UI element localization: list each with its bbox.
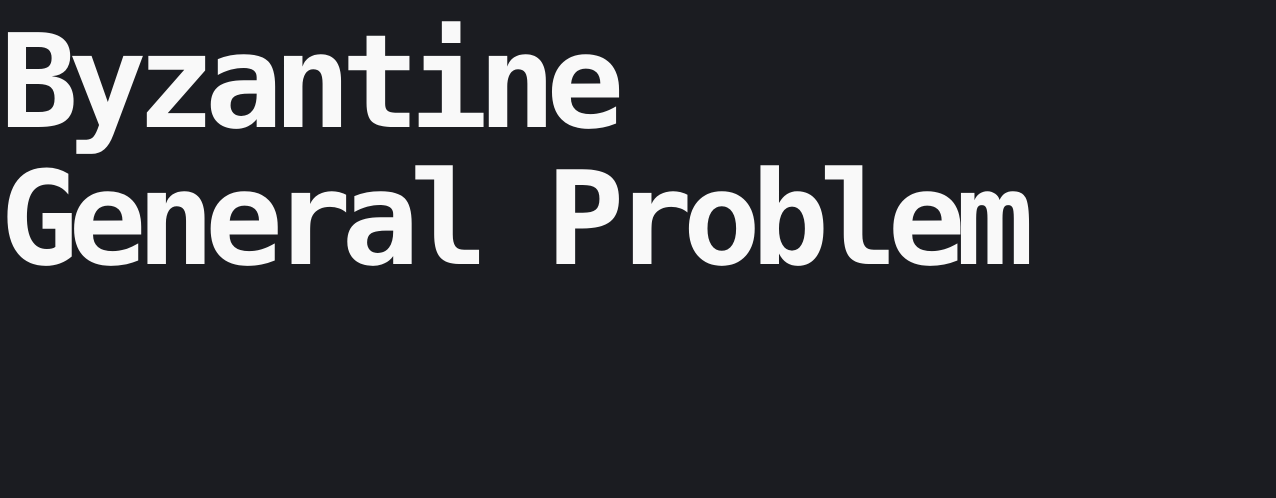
page-canvas: Byzantine General Problem <box>0 0 1276 498</box>
title-line-2: General Problem <box>0 143 1034 295</box>
title-line-1: Byzantine <box>0 6 624 158</box>
page-title: Byzantine General Problem <box>0 6 1034 295</box>
